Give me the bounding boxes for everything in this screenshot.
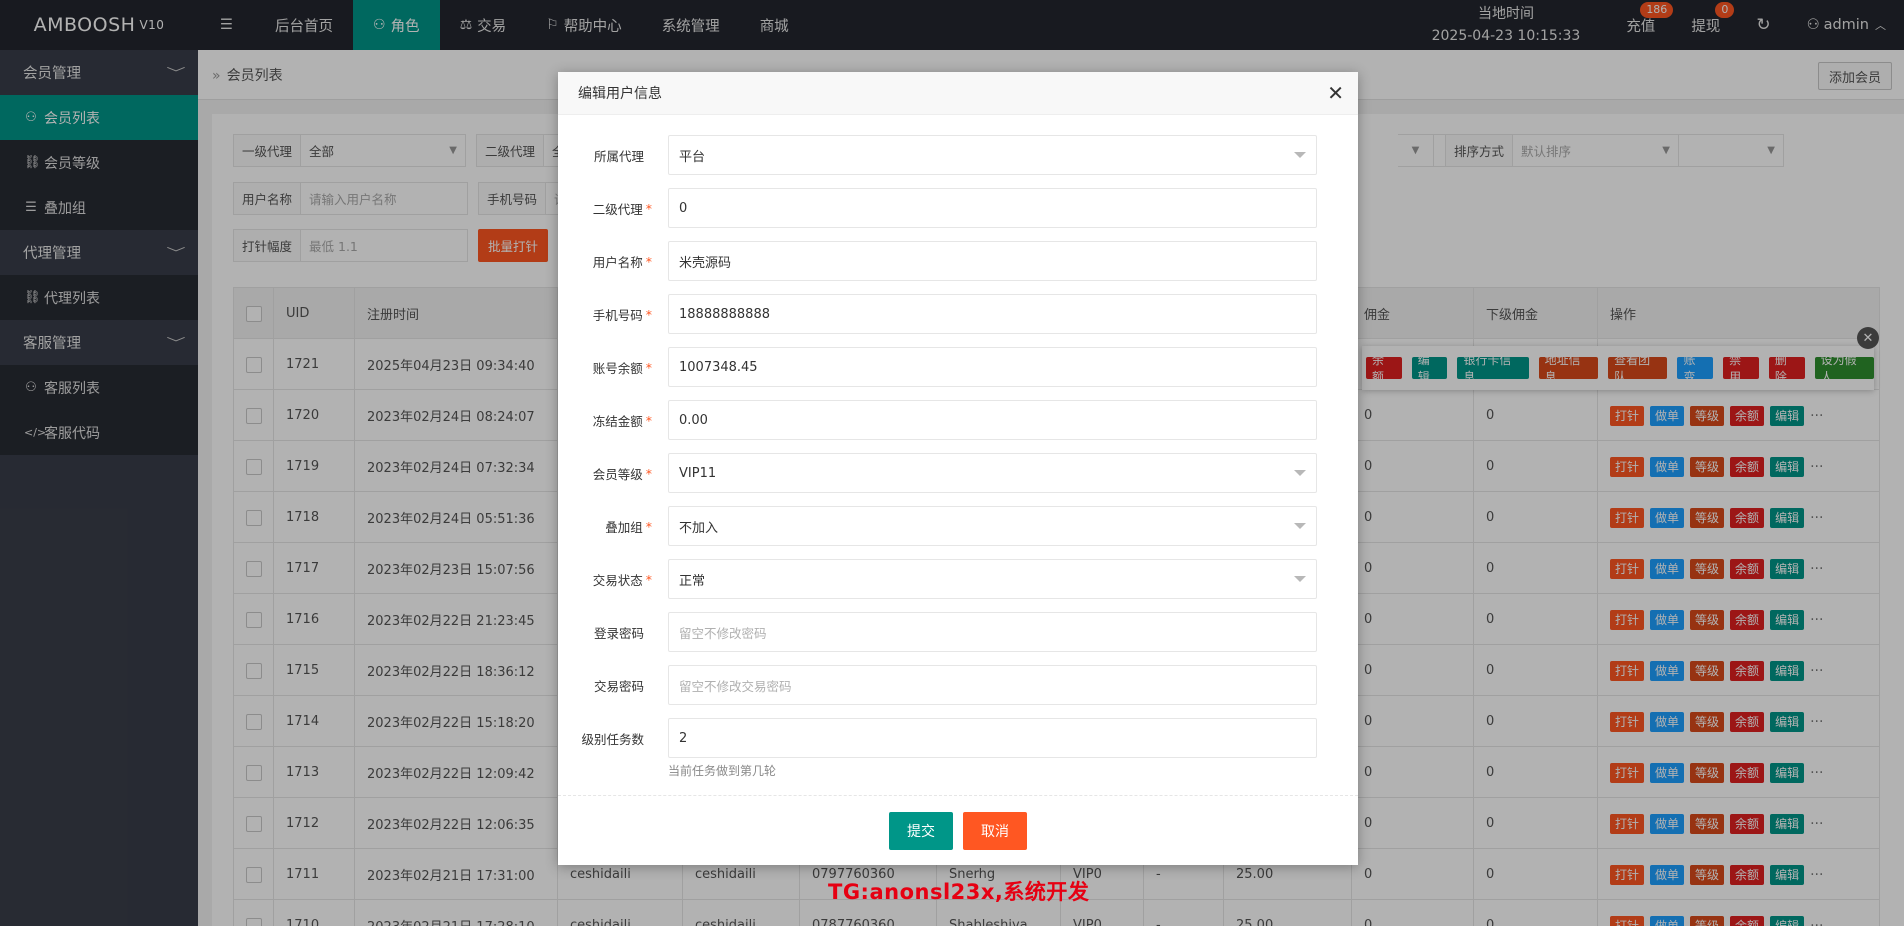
field-value: 米壳源码 xyxy=(679,255,732,271)
required-mark: * xyxy=(645,412,652,428)
field-placeholder: 留空不修改密码 xyxy=(679,625,767,641)
field-value: 0 xyxy=(679,200,688,216)
submit-button[interactable]: 提交 xyxy=(889,812,953,850)
caret-down-icon xyxy=(1294,576,1306,582)
field-value: 18888888888 xyxy=(679,306,770,322)
text-field[interactable]: 米壳源码 xyxy=(668,241,1317,281)
required-mark: * xyxy=(645,200,652,216)
form-label-text: 交易密码 xyxy=(593,678,644,694)
form-label: 二级代理 * xyxy=(593,188,652,228)
form-label: 账号余额 * xyxy=(593,347,652,387)
form-row: 级别任务数 2 xyxy=(558,718,1358,758)
text-field[interactable]: 留空不修改交易密码 xyxy=(668,665,1317,705)
text-field[interactable]: 18888888888 xyxy=(668,294,1317,334)
form-label-text: 账号余额 xyxy=(592,360,643,376)
form-label-text: 级别任务数 xyxy=(581,731,644,747)
form-row: 会员等级 * VIP11 xyxy=(558,453,1358,493)
field-value: VIP11 xyxy=(679,465,717,481)
form-label: 交易密码 xyxy=(594,665,652,705)
form-row: 叠加组 * 不加入 xyxy=(558,506,1358,546)
caret-down-icon xyxy=(1294,152,1306,158)
select-field[interactable]: 平台 xyxy=(668,135,1317,175)
required-mark: * xyxy=(645,465,652,481)
field-placeholder: 留空不修改交易密码 xyxy=(679,678,792,694)
select-field[interactable]: 不加入 xyxy=(668,506,1317,546)
form-row: 交易状态 * 正常 xyxy=(558,559,1358,599)
form-label-text: 交易状态 xyxy=(592,572,643,588)
field-value: 平台 xyxy=(679,149,706,165)
form-row: 所属代理 平台 xyxy=(558,135,1358,175)
close-icon[interactable]: ✕ xyxy=(1327,83,1344,103)
required-mark: * xyxy=(645,359,652,375)
form-label: 叠加组 * xyxy=(605,506,652,546)
field-value: 不加入 xyxy=(679,520,719,536)
form-label: 所属代理 xyxy=(594,135,652,175)
form-row: 二级代理 * 0 xyxy=(558,188,1358,228)
form-row: 账号余额 * 1007348.45 xyxy=(558,347,1358,387)
watermark-text: TG:anonsl23x,系统开发 xyxy=(828,880,1090,904)
field-value: 2 xyxy=(679,730,688,746)
form-label-text: 手机号码 xyxy=(592,307,643,323)
required-mark: * xyxy=(645,306,652,322)
form-row: 手机号码 * 18888888888 xyxy=(558,294,1358,334)
form-label: 登录密码 xyxy=(594,612,652,652)
form-label: 手机号码 * xyxy=(593,294,652,334)
field-value: 正常 xyxy=(679,573,706,589)
required-mark: * xyxy=(645,253,652,269)
caret-down-icon xyxy=(1294,470,1306,476)
edit-user-modal: 编辑用户信息 ✕ 所属代理 平台 二级代理 * 0 用户名称 * 米壳源码 手机号码 * 18888… xyxy=(558,72,1358,865)
form-label: 交易状态 * xyxy=(593,559,652,599)
required-mark: * xyxy=(645,518,652,534)
field-value: 0.00 xyxy=(679,412,708,428)
form-label-text: 叠加组 xyxy=(605,519,643,535)
text-field[interactable]: 2 xyxy=(668,718,1317,758)
form-label: 级别任务数 xyxy=(581,718,652,758)
required-mark: * xyxy=(645,571,652,587)
text-field[interactable]: 1007348.45 xyxy=(668,347,1317,387)
form-label: 冻结金额 * xyxy=(593,400,652,440)
form-row: 登录密码 留空不修改密码 xyxy=(558,612,1358,652)
modal-title: 编辑用户信息 xyxy=(578,86,662,102)
form-label-text: 二级代理 xyxy=(592,201,643,217)
task-round-hint: 当前任务做到第几轮 xyxy=(668,764,777,778)
text-field[interactable]: 0 xyxy=(668,188,1317,228)
text-field[interactable]: 0.00 xyxy=(668,400,1317,440)
form-row: 交易密码 留空不修改交易密码 xyxy=(558,665,1358,705)
modal-header: 编辑用户信息 xyxy=(558,72,1358,115)
form-label: 会员等级 * xyxy=(593,453,652,493)
text-field[interactable]: 留空不修改密码 xyxy=(668,612,1317,652)
form-label-text: 登录密码 xyxy=(593,625,644,641)
caret-down-icon xyxy=(1294,523,1306,529)
modal-footer: 提交 取消 xyxy=(558,795,1358,865)
form-label-text: 冻结金额 xyxy=(592,413,643,429)
form-label-text: 会员等级 xyxy=(592,466,643,482)
field-value: 1007348.45 xyxy=(679,359,758,375)
form-row: 用户名称 * 米壳源码 xyxy=(558,241,1358,281)
form-row: 冻结金额 * 0.00 xyxy=(558,400,1358,440)
form-label: 用户名称 * xyxy=(593,241,652,281)
form-label-text: 所属代理 xyxy=(593,148,644,164)
form-label-text: 用户名称 xyxy=(592,254,643,270)
select-field[interactable]: VIP11 xyxy=(668,453,1317,493)
cancel-button[interactable]: 取消 xyxy=(963,812,1027,850)
select-field[interactable]: 正常 xyxy=(668,559,1317,599)
